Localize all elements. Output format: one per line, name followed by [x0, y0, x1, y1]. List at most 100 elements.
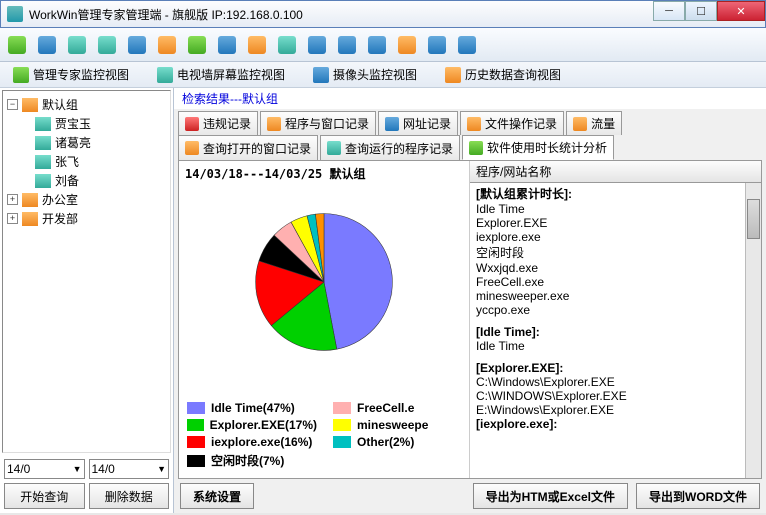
folder-icon: [248, 36, 266, 54]
toolbar-btn-3[interactable]: [64, 32, 90, 58]
list-item[interactable]: Wxxjqd.exe: [476, 261, 755, 275]
group-tree[interactable]: −默认组 贾宝玉 诸葛亮 张飞 刘备 +办公室 +开发部: [2, 90, 171, 453]
tree-user[interactable]: 诸葛亮: [7, 133, 166, 152]
list-item[interactable]: C:\Windows\Explorer.EXE: [476, 375, 755, 389]
date-to-input[interactable]: 14/0 ▼: [89, 459, 170, 479]
tab-open-windows[interactable]: 查询打开的窗口记录: [178, 135, 318, 160]
tab-usage-stats[interactable]: 软件使用时长统计分析: [462, 135, 614, 160]
delete-data-button[interactable]: 删除数据: [89, 483, 170, 509]
copy-icon: [278, 36, 296, 54]
main-toolbar: [0, 28, 766, 62]
legend-label: iexplore.exe(16%): [211, 435, 312, 449]
list-item[interactable]: Idle Time6: [476, 202, 755, 216]
maximize-button[interactable]: ☐: [685, 1, 717, 21]
toolbar-btn-8[interactable]: [214, 32, 240, 58]
search-icon: [428, 36, 446, 54]
list-item[interactable]: minesweeper.exe4: [476, 289, 755, 303]
toolbar-btn-10[interactable]: [274, 32, 300, 58]
pie-chart: [179, 186, 469, 395]
collapse-icon[interactable]: −: [7, 99, 18, 110]
legend-item: iexplore.exe(16%): [187, 435, 317, 449]
toolbar-btn-7[interactable]: [184, 32, 210, 58]
help-icon: [458, 36, 476, 54]
toolbar-btn-11[interactable]: [304, 32, 330, 58]
date-value: 14/0: [92, 462, 115, 476]
legend-label: 空闲时段(7%): [211, 452, 284, 469]
legend-label: minesweepe: [357, 418, 428, 432]
list-header[interactable]: 程序/网站名称: [470, 161, 761, 183]
pc-icon: [35, 174, 51, 188]
left-panel: −默认组 贾宝玉 诸葛亮 张飞 刘备 +办公室 +开发部 14/0▼ 14/0▼…: [0, 88, 174, 513]
system-settings-button[interactable]: 系统设置: [180, 483, 254, 509]
legend-label: Other(2%): [357, 435, 414, 449]
list-item[interactable]: FreeCell.exe: [476, 275, 755, 289]
toolbar-btn-4[interactable]: [94, 32, 120, 58]
toolbar-btn-14[interactable]: [394, 32, 420, 58]
tab-label: 历史数据查询视图: [465, 66, 561, 83]
tab-program-window[interactable]: 程序与窗口记录: [260, 111, 376, 135]
tab-label: 管理专家监控视图: [33, 66, 129, 83]
list-item[interactable]: Idle Time: [476, 339, 755, 353]
camera-icon: [128, 36, 146, 54]
tree-group[interactable]: +开发部: [7, 209, 166, 228]
dropdown-icon[interactable]: ▼: [73, 464, 82, 474]
toolbar-btn-9[interactable]: [244, 32, 270, 58]
list-item[interactable]: Explorer.EXE2: [476, 216, 755, 230]
window-icon: [267, 117, 281, 131]
tab-tvwall-view[interactable]: 电视墙屏幕监控视图: [150, 63, 292, 86]
tree-root[interactable]: −默认组: [7, 95, 166, 114]
tab-violation[interactable]: 违规记录: [178, 111, 258, 135]
list-icon: [188, 36, 206, 54]
tab-running-programs[interactable]: 查询运行的程序记录: [320, 135, 460, 160]
toolbar-btn-13[interactable]: [364, 32, 390, 58]
tab-label: 查询打开的窗口记录: [203, 140, 311, 157]
tab-fileop[interactable]: 文件操作记录: [460, 111, 564, 135]
legend-swatch: [187, 436, 205, 448]
toolbar-btn-5[interactable]: [124, 32, 150, 58]
dropdown-icon[interactable]: ▼: [157, 464, 166, 474]
record-tabs-row1: 违规记录 程序与窗口记录 网址记录 文件操作记录 流量: [174, 109, 766, 135]
tab-monitor-view[interactable]: 管理专家监控视图: [6, 63, 136, 86]
screens-icon: [68, 36, 86, 54]
list-item[interactable]: yccpo.exe3: [476, 303, 755, 317]
stop-icon: [185, 117, 199, 131]
file-icon: [467, 117, 481, 131]
tab-url[interactable]: 网址记录: [378, 111, 458, 135]
close-button[interactable]: ✕: [717, 1, 765, 21]
toolbar-btn-15[interactable]: [424, 32, 450, 58]
expand-icon[interactable]: +: [7, 194, 18, 205]
screen-icon: [98, 36, 116, 54]
toolbar-btn-6[interactable]: [154, 32, 180, 58]
date-from-input[interactable]: 14/0▼: [4, 459, 85, 479]
tab-camera-view[interactable]: 摄像头监控视图: [306, 63, 424, 86]
toolbar-btn-2[interactable]: [34, 32, 60, 58]
tab-label: 摄像头监控视图: [333, 66, 417, 83]
vertical-scrollbar[interactable]: [745, 183, 761, 478]
tree-user[interactable]: 张飞: [7, 152, 166, 171]
list-item[interactable]: iexplore.exe2: [476, 230, 755, 244]
legend-label: Idle Time(47%): [211, 401, 295, 415]
app-icon: [7, 6, 23, 22]
minimize-button[interactable]: ─: [653, 1, 685, 21]
start-query-button[interactable]: 开始查询: [4, 483, 85, 509]
toolbar-btn-1[interactable]: [4, 32, 30, 58]
chart-legend: Idle Time(47%) FreeCell.e Explorer.EXE(1…: [179, 395, 469, 478]
export-htm-button[interactable]: 导出为HTM或Excel文件: [473, 483, 628, 509]
export-word-button[interactable]: 导出到WORD文件: [636, 483, 760, 509]
toolbar-btn-16[interactable]: [454, 32, 480, 58]
list-item[interactable]: E:\Windows\Explorer.EXE: [476, 403, 755, 417]
globe-icon: [385, 117, 399, 131]
tree-user[interactable]: 刘备: [7, 171, 166, 190]
list-body[interactable]: [默认组累计时长]: Idle Time6 Explorer.EXE2 iexp…: [470, 183, 761, 478]
scroll-thumb[interactable]: [747, 199, 760, 239]
tree-user[interactable]: 贾宝玉: [7, 114, 166, 133]
expand-icon[interactable]: +: [7, 213, 18, 224]
history-icon: [445, 67, 461, 83]
tab-traffic[interactable]: 流量: [566, 111, 622, 135]
legend-swatch: [187, 402, 205, 414]
tree-group[interactable]: +办公室: [7, 190, 166, 209]
list-item[interactable]: 空闲时段: [476, 244, 755, 261]
toolbar-btn-12[interactable]: [334, 32, 360, 58]
tab-history-view[interactable]: 历史数据查询视图: [438, 63, 568, 86]
list-item[interactable]: C:\WINDOWS\Explorer.EXE: [476, 389, 755, 403]
